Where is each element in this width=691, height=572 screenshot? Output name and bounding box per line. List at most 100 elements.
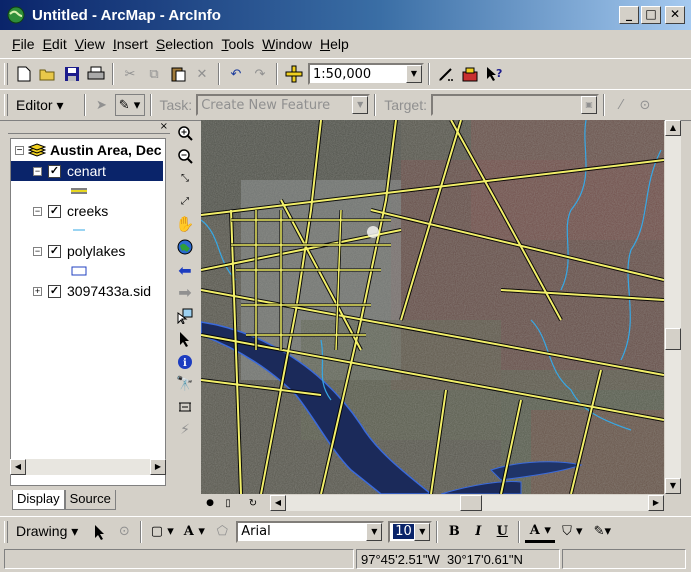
- chevron-down-icon[interactable]: ▼: [366, 522, 383, 541]
- fixed-zoom-in-icon[interactable]: ⤡: [174, 168, 196, 190]
- scroll-down-icon[interactable]: ▼: [665, 478, 681, 494]
- menu-window[interactable]: Window: [258, 34, 316, 54]
- arctoolbox-icon[interactable]: [459, 63, 481, 85]
- toc-layer-creeks[interactable]: − ✓ creeks: [11, 201, 163, 221]
- toc-layer-cenart[interactable]: − ✓ cenart: [11, 161, 163, 181]
- layer-visibility-checkbox[interactable]: ✓: [48, 284, 61, 298]
- scroll-left-icon[interactable]: ◀: [270, 495, 286, 511]
- redo-icon[interactable]: ↷: [249, 63, 271, 85]
- zoom-out-icon[interactable]: [174, 145, 196, 167]
- select-elements-icon[interactable]: [89, 521, 111, 543]
- menu-insert[interactable]: Insert: [109, 34, 152, 54]
- add-data-icon[interactable]: [283, 63, 305, 85]
- scroll-right-icon[interactable]: ▶: [150, 459, 166, 475]
- scroll-thumb[interactable]: [460, 495, 482, 511]
- toolbar-grip[interactable]: [4, 94, 8, 116]
- zoom-in-icon[interactable]: [174, 122, 196, 144]
- chevron-down-icon[interactable]: ▼: [406, 65, 422, 83]
- fixed-zoom-out-icon[interactable]: ⤢: [174, 191, 196, 213]
- menu-view[interactable]: View: [71, 34, 109, 54]
- target-combo[interactable]: ▣: [431, 94, 599, 116]
- data-view-icon[interactable]: ●: [202, 495, 218, 511]
- hyperlink-icon[interactable]: ⚡: [174, 419, 196, 441]
- toc-layer-3097433a[interactable]: + ✓ 3097433a.sid: [11, 281, 163, 301]
- toc-horizontal-scrollbar[interactable]: ◀ ▶: [10, 459, 166, 475]
- select-elements-icon[interactable]: [174, 328, 196, 350]
- identify-icon[interactable]: i: [174, 351, 196, 373]
- scroll-left-icon[interactable]: ◀: [10, 459, 26, 475]
- font-color-icon[interactable]: A ▾: [525, 521, 556, 543]
- undo-icon[interactable]: ↶: [225, 63, 247, 85]
- scroll-up-icon[interactable]: ▲: [665, 120, 681, 136]
- task-combo[interactable]: Create New Feature ▼: [196, 94, 371, 116]
- data-frame-row[interactable]: − Austin Area, Dec: [15, 141, 162, 159]
- save-icon[interactable]: [61, 63, 83, 85]
- edit-vertices-icon[interactable]: ⬠: [211, 521, 233, 543]
- close-button[interactable]: ✕: [665, 6, 685, 24]
- map-horizontal-scrollbar[interactable]: ◀ ▶: [270, 495, 664, 511]
- chevron-down-icon[interactable]: ▣: [581, 96, 597, 114]
- forward-icon[interactable]: ➡: [174, 282, 196, 304]
- font-size-combo[interactable]: 10 ▼: [388, 520, 433, 543]
- rotate-icon[interactable]: ⊙: [113, 521, 135, 543]
- chevron-down-icon[interactable]: ▼: [352, 96, 369, 114]
- map-view[interactable]: [201, 120, 664, 494]
- collapse-icon[interactable]: −: [33, 246, 42, 256]
- menu-file[interactable]: File: [8, 34, 39, 54]
- underline-button[interactable]: U: [491, 521, 513, 543]
- chevron-down-icon[interactable]: ▼: [414, 522, 431, 541]
- sketch-tool-icon[interactable]: ✎ ▾: [114, 94, 145, 116]
- drawing-menu-button[interactable]: Drawing ▾: [16, 523, 78, 540]
- editor-menu-button[interactable]: Editor ▾: [16, 97, 64, 114]
- toolbar-grip[interactable]: [4, 520, 8, 543]
- menu-edit[interactable]: Edit: [39, 34, 71, 54]
- minimize-button[interactable]: _: [619, 6, 639, 24]
- expand-icon[interactable]: +: [33, 286, 42, 296]
- print-icon[interactable]: [85, 63, 107, 85]
- map-vertical-scrollbar[interactable]: ▲ ▼: [665, 120, 681, 494]
- paste-icon[interactable]: [167, 63, 189, 85]
- scroll-right-icon[interactable]: ▶: [648, 495, 664, 511]
- tab-display[interactable]: Display: [12, 490, 65, 510]
- layout-view-icon[interactable]: ▯: [220, 495, 236, 511]
- cut-icon[interactable]: ✂: [119, 63, 141, 85]
- toc-layer-polylakes[interactable]: − ✓ polylakes: [11, 241, 163, 261]
- maximize-button[interactable]: □: [641, 6, 661, 24]
- delete-icon[interactable]: ✕: [191, 63, 213, 85]
- new-icon[interactable]: [13, 63, 35, 85]
- menu-selection[interactable]: Selection: [152, 34, 218, 54]
- open-icon[interactable]: [37, 63, 59, 85]
- edit-tool-icon[interactable]: ➤: [91, 94, 113, 116]
- editor-icon[interactable]: [435, 63, 457, 85]
- find-icon[interactable]: 🔭: [174, 373, 196, 395]
- layer-visibility-checkbox[interactable]: ✓: [48, 164, 61, 178]
- fill-color-icon[interactable]: ⛉ ▾: [557, 521, 587, 543]
- tab-source[interactable]: Source: [64, 490, 116, 510]
- collapse-icon[interactable]: −: [15, 145, 24, 155]
- toolbar-grip[interactable]: [4, 63, 8, 85]
- layer-visibility-checkbox[interactable]: ✓: [48, 244, 61, 258]
- measure-icon[interactable]: [174, 396, 196, 418]
- split-tool-icon[interactable]: ⁄: [610, 94, 632, 116]
- menu-help[interactable]: Help: [316, 34, 353, 54]
- map-canvas[interactable]: [201, 120, 664, 494]
- toc-close-icon[interactable]: ×: [160, 121, 168, 132]
- italic-button[interactable]: I: [467, 521, 489, 543]
- line-color-icon[interactable]: ✎▾: [589, 521, 615, 543]
- collapse-icon[interactable]: −: [33, 206, 42, 216]
- rotate-tool-icon[interactable]: ⊙: [634, 94, 656, 116]
- back-icon[interactable]: ⬅: [174, 259, 196, 281]
- whats-this-icon[interactable]: ?: [483, 63, 505, 85]
- menu-tools[interactable]: Tools: [217, 34, 258, 54]
- rectangle-icon[interactable]: ▢ ▾: [147, 521, 177, 543]
- map-scale-combo[interactable]: 1:50,000 ▼: [308, 63, 424, 85]
- font-combo[interactable]: Arial ▼: [236, 520, 385, 543]
- text-icon[interactable]: A ▾: [179, 521, 209, 543]
- full-extent-icon[interactable]: [174, 236, 196, 258]
- select-features-icon[interactable]: [174, 305, 196, 327]
- copy-icon[interactable]: ⧉: [143, 63, 165, 85]
- layer-visibility-checkbox[interactable]: ✓: [48, 204, 61, 218]
- scroll-thumb[interactable]: [665, 328, 681, 350]
- pan-icon[interactable]: ✋: [174, 213, 196, 235]
- bold-button[interactable]: B: [443, 521, 465, 543]
